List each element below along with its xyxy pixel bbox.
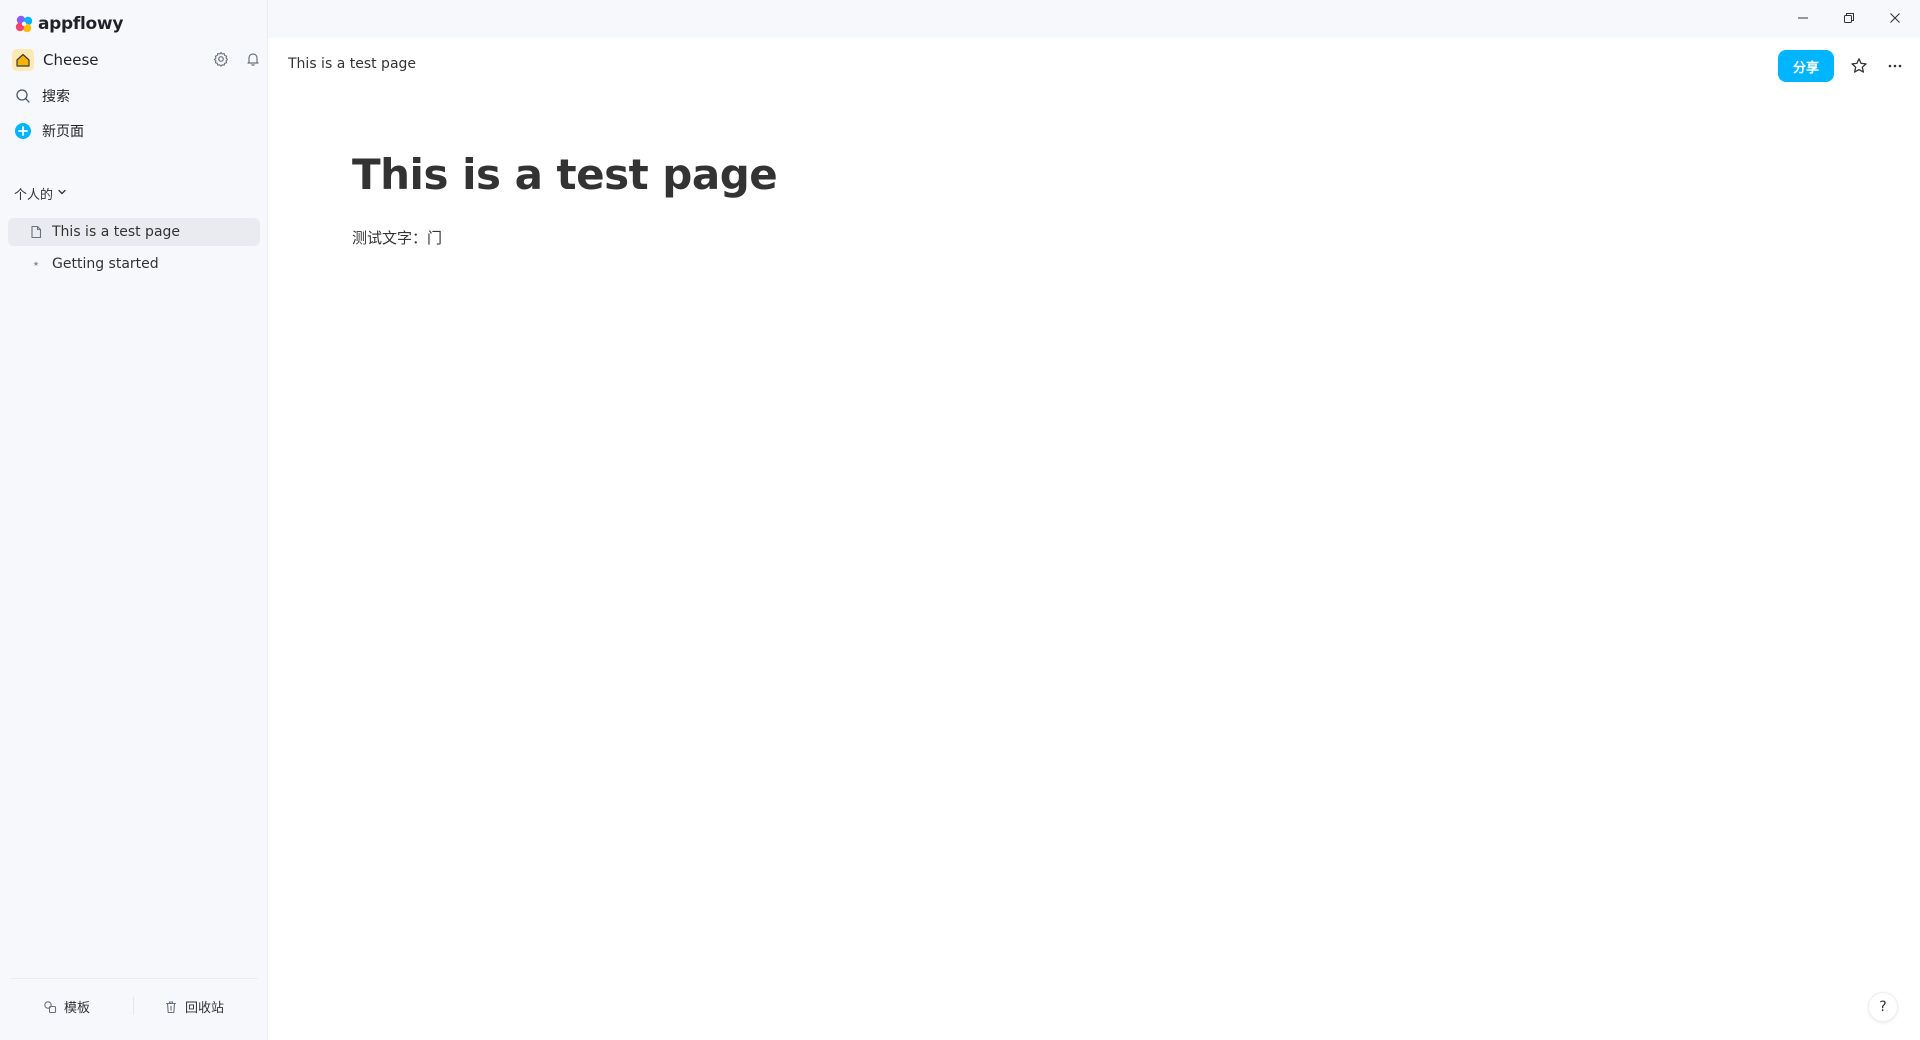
- sidebar-page-getting-started[interactable]: ⭑ Getting started: [8, 250, 260, 278]
- app-logo: appflowy: [14, 14, 123, 34]
- sidebar-page-label: Getting started: [52, 256, 159, 272]
- search-label: 搜索: [42, 89, 70, 105]
- sidebar-search[interactable]: 搜索: [14, 84, 70, 108]
- templates-button[interactable]: 模板: [42, 997, 90, 1016]
- minimize-icon[interactable]: [1789, 6, 1817, 30]
- more-options-icon[interactable]: [1883, 54, 1907, 78]
- templates-label: 模板: [64, 1001, 91, 1016]
- sidebar-page-label: This is a test page: [52, 224, 181, 240]
- restore-icon[interactable]: [1835, 6, 1863, 30]
- star-icon: ⭑: [33, 257, 39, 270]
- new-page-label: 新页面: [42, 124, 84, 140]
- section-label: 个人的: [14, 188, 54, 203]
- document-editor[interactable]: This is a test page 测试文字：门: [352, 150, 1752, 248]
- workspace-avatar: [12, 49, 34, 71]
- paragraph-block[interactable]: 测试文字：门: [352, 227, 1752, 248]
- window-titlebar: [268, 0, 1920, 38]
- templates-icon: [42, 999, 58, 1015]
- page-title[interactable]: This is a test page: [352, 150, 1752, 199]
- section-header-personal[interactable]: 个人的: [14, 184, 68, 203]
- chevron-down-icon: [56, 186, 68, 202]
- home-icon: [16, 53, 30, 67]
- trash-button[interactable]: 回收站: [163, 997, 224, 1016]
- app-logo-text: appflowy: [38, 14, 124, 34]
- new-page-button[interactable]: 新页面: [14, 119, 84, 143]
- close-icon[interactable]: [1881, 6, 1909, 30]
- sidebar-footer: 模板 回收站: [10, 978, 258, 1040]
- workspace-name: Cheese: [43, 51, 99, 69]
- sidebar-page-test-page[interactable]: This is a test page: [8, 218, 260, 246]
- search-icon: [14, 87, 32, 105]
- appflowy-logo-icon: [15, 15, 33, 33]
- trash-label: 回收站: [185, 1001, 225, 1016]
- footer-divider: [133, 997, 134, 1015]
- sidebar: appflowy Cheese 搜索 新页面 个人的 This is a tes…: [0, 0, 268, 1040]
- favorite-star-icon[interactable]: [1847, 54, 1871, 78]
- share-button[interactable]: 分享: [1778, 50, 1834, 82]
- add-circle-icon: [14, 122, 32, 140]
- workspace-switcher[interactable]: Cheese: [12, 48, 262, 72]
- gear-icon[interactable]: [212, 50, 230, 68]
- breadcrumb[interactable]: This is a test page: [288, 56, 416, 72]
- trash-icon: [163, 999, 179, 1015]
- document-icon: [28, 224, 44, 240]
- bell-icon[interactable]: [244, 50, 262, 68]
- page-topbar: This is a test page 分享: [268, 38, 1920, 94]
- help-button[interactable]: ?: [1868, 992, 1898, 1022]
